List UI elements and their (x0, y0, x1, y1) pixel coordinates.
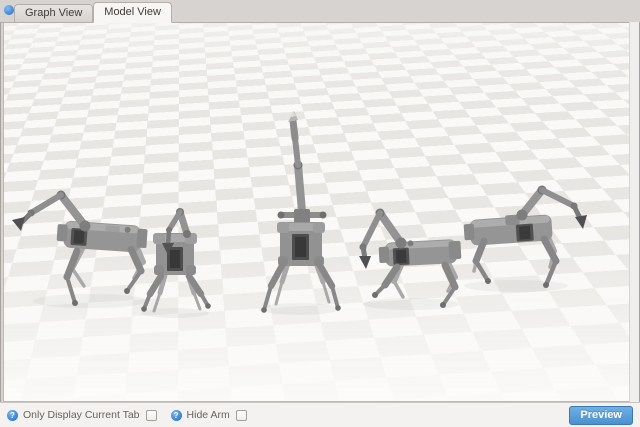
model-viewport[interactable] (3, 23, 630, 402)
tab-model-view[interactable]: Model View (93, 2, 172, 23)
option-label: Hide Arm (187, 409, 230, 421)
only-display-current-tab-checkbox[interactable] (146, 410, 157, 421)
option-hide-arm: ? Hide Arm (171, 409, 247, 421)
robot-model-3[interactable] (247, 108, 357, 320)
app-icon (4, 5, 14, 15)
tab-label: Graph View (25, 7, 82, 19)
help-icon[interactable]: ? (7, 410, 18, 421)
option-label: Only Display Current Tab (23, 409, 140, 421)
tab-label: Model View (104, 6, 161, 18)
tab-graph-view[interactable]: Graph View (14, 4, 93, 23)
robot-model-2[interactable] (131, 203, 221, 321)
hide-arm-checkbox[interactable] (236, 410, 247, 421)
help-icon[interactable]: ? (171, 410, 182, 421)
preview-button[interactable]: Preview (569, 406, 633, 425)
footer-bar: ? Only Display Current Tab ? Hide Arm Pr… (0, 402, 640, 427)
tab-bar: Graph View Model View (0, 0, 640, 23)
app-window: Graph View Model View (0, 0, 640, 427)
right-gutter (629, 22, 639, 402)
robot-model-5[interactable] (454, 173, 604, 298)
option-only-display-current-tab: ? Only Display Current Tab (7, 409, 157, 421)
